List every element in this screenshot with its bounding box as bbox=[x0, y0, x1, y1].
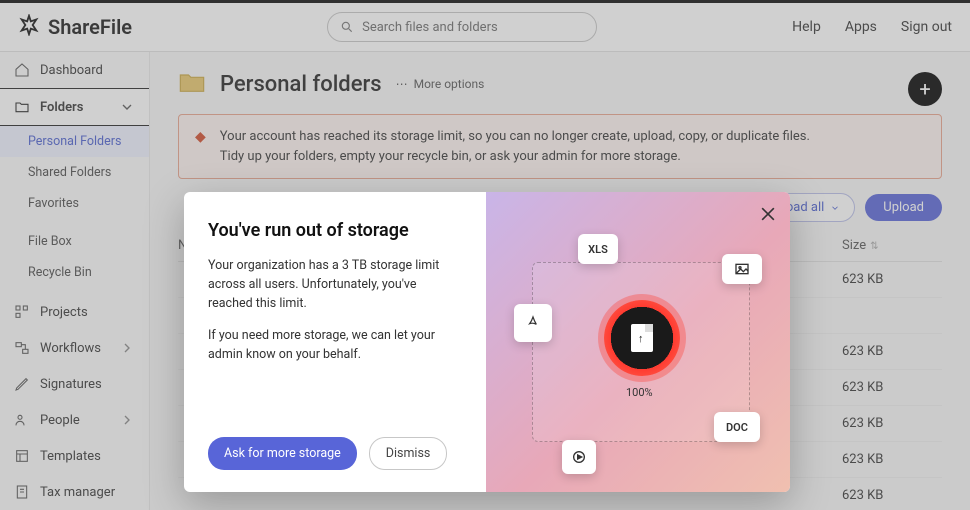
modal-p2: If you need more storage, we can let you… bbox=[208, 327, 462, 365]
progress-percent: 100% bbox=[626, 386, 653, 399]
modal-title: You've run out of storage bbox=[208, 220, 462, 241]
modal-illustration: 100% XLS DOC bbox=[486, 192, 790, 492]
ask-storage-button[interactable]: Ask for more storage bbox=[208, 437, 357, 470]
close-icon[interactable] bbox=[758, 204, 778, 224]
upload-progress-icon bbox=[604, 300, 680, 376]
modal-p1: Your organization has a 3 TB storage lim… bbox=[208, 257, 462, 313]
play-badge-icon bbox=[562, 440, 596, 474]
doc-badge-icon: DOC bbox=[714, 412, 760, 442]
pdf-badge-icon bbox=[514, 304, 552, 342]
xls-badge-icon: XLS bbox=[578, 234, 618, 264]
image-badge-icon bbox=[722, 254, 762, 284]
dismiss-button[interactable]: Dismiss bbox=[369, 437, 448, 470]
storage-modal: You've run out of storage Your organizat… bbox=[184, 192, 790, 492]
